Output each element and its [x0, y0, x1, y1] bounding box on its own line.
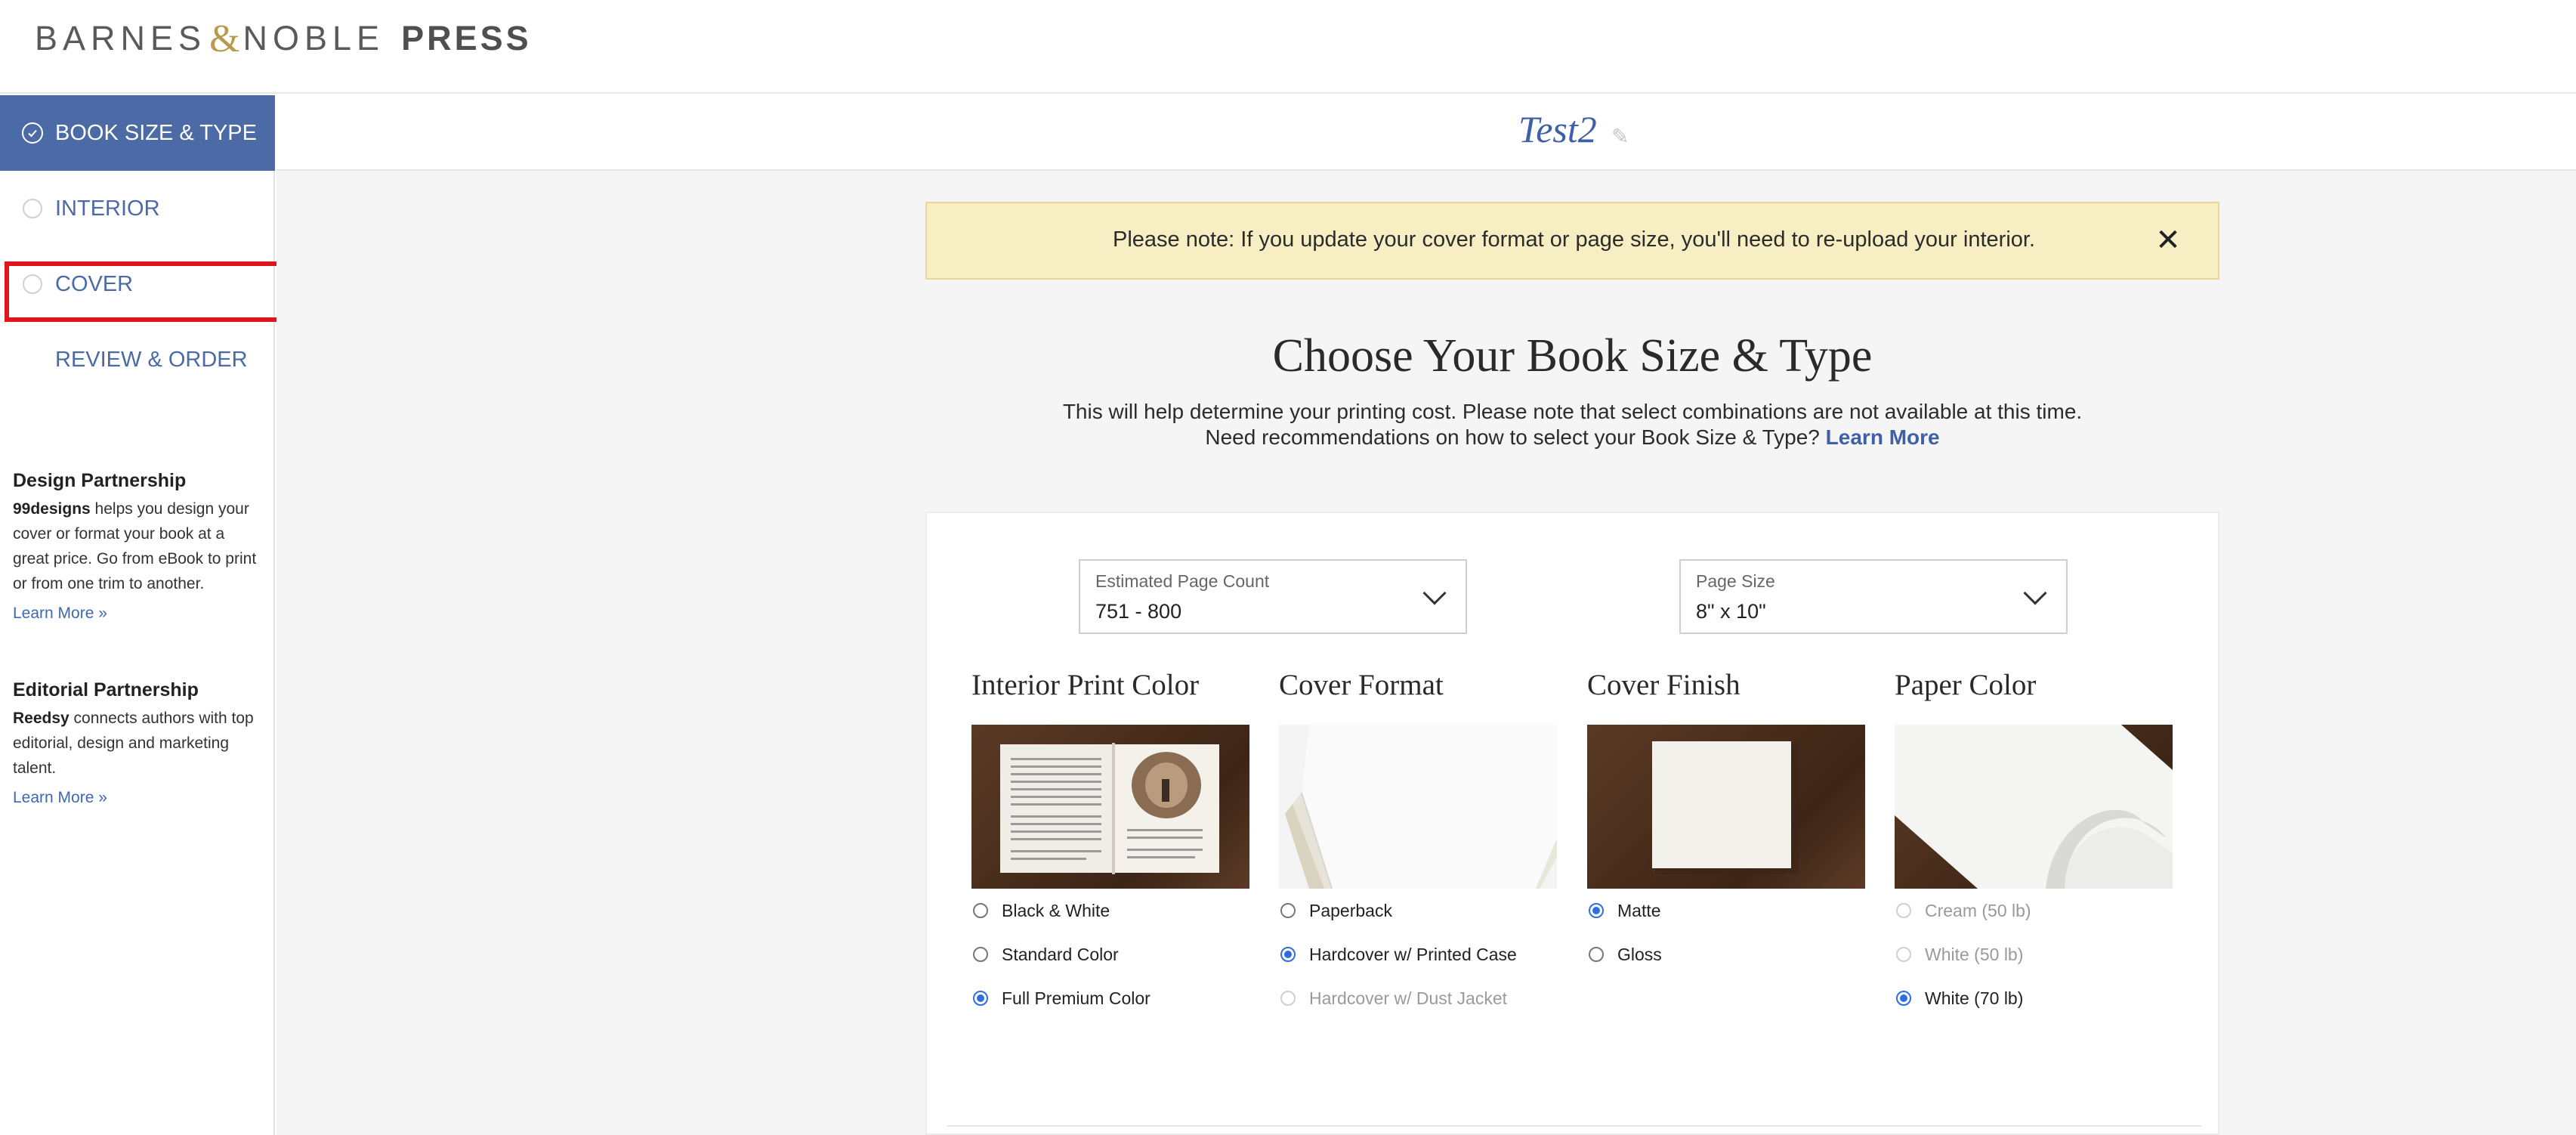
chevron-down-icon	[1422, 581, 1447, 605]
radio-option-matte[interactable]: Matte	[1587, 889, 1867, 932]
radio-button[interactable]	[1280, 991, 1296, 1006]
sidebar-item-label: INTERIOR	[55, 196, 160, 221]
radio-button[interactable]	[1896, 903, 1911, 918]
option-label: Matte	[1617, 900, 1661, 920]
radio-option-hardcover-printed-case[interactable]: Hardcover w/ Printed Case	[1279, 932, 1558, 976]
radio-button[interactable]	[1589, 947, 1604, 962]
options-card: Estimated Page Count 751 - 800 Page Size…	[925, 512, 2219, 1135]
learn-more-link[interactable]: Learn More »	[13, 785, 107, 810]
recommendation-text: Need recommendations on how to select yo…	[1205, 425, 1820, 449]
radio-button[interactable]	[1896, 947, 1911, 962]
radio-button[interactable]	[1896, 991, 1911, 1006]
sidebar-item-book-size-type[interactable]: BOOK SIZE & TYPE	[0, 95, 275, 171]
close-icon[interactable]: ✕	[2153, 225, 2183, 255]
promo-brand: Reedsy	[13, 710, 69, 727]
radio-button[interactable]	[973, 991, 988, 1006]
page-count-dropdown[interactable]: Estimated Page Count 751 - 800	[1079, 559, 1467, 634]
barnes-noble-press-logo[interactable]: BARNES & NOBLE PRESS	[35, 17, 532, 60]
page-subtitle: This will help determine your printing c…	[1062, 400, 2083, 423]
paper-color-column: Paper Color Cream (50 lb) White (50 lb) …	[1895, 668, 2174, 1020]
option-label: White (70 lb)	[1925, 988, 2024, 1008]
column-title: Interior Print Color	[971, 669, 1200, 701]
radio-option-hardcover-dust-jacket[interactable]: Hardcover w/ Dust Jacket	[1279, 976, 1558, 1020]
radio-button[interactable]	[973, 947, 988, 962]
dropdown-label: Estimated Page Count	[1095, 571, 1270, 591]
option-label: Paperback	[1309, 900, 1392, 920]
column-title: Cover Format	[1279, 669, 1444, 701]
option-label: Hardcover w/ Dust Jacket	[1309, 988, 1508, 1008]
dropdown-value: 8" x 10"	[1696, 600, 1766, 623]
sidebar-item-label: BOOK SIZE & TYPE	[55, 120, 257, 145]
main-content: Test2 ✎ Please note: If you update your …	[276, 95, 2576, 1135]
pencil-edit-icon[interactable]: ✎	[1611, 124, 1629, 149]
column-title: Paper Color	[1895, 669, 2037, 701]
logo-text-press: PRESS	[401, 19, 532, 57]
radio-option-gloss[interactable]: Gloss	[1587, 932, 1867, 976]
radio-option-black-white[interactable]: Black & White	[971, 889, 1251, 932]
logo-text-noble: NOBLE	[242, 19, 385, 57]
cover-finish-column: Cover Finish Matte Gloss	[1587, 668, 1867, 976]
title-bar: Test2 ✎	[276, 95, 2576, 171]
page-title: Choose Your Book Size & Type	[1272, 330, 1873, 382]
section-divider	[947, 1125, 2201, 1127]
step-status-icon	[23, 199, 42, 218]
page-size-dropdown[interactable]: Page Size 8" x 10"	[1679, 559, 2068, 634]
notice-banner: Please note: If you update your cover fo…	[925, 202, 2219, 280]
radio-option-white-70lb[interactable]: White (70 lb)	[1895, 976, 2174, 1020]
option-label: White (50 lb)	[1925, 944, 2024, 964]
radio-option-standard-color[interactable]: Standard Color	[971, 932, 1251, 976]
cover-format-column: Cover Format Paperback Hardcover w/ Prin…	[1279, 668, 1558, 1020]
radio-option-full-premium-color[interactable]: Full Premium Color	[971, 976, 1251, 1020]
sidebar-item-interior[interactable]: INTERIOR	[0, 171, 275, 246]
radio-button[interactable]	[1589, 903, 1604, 918]
promo-brand: 99designs	[13, 500, 91, 518]
option-label: Hardcover w/ Printed Case	[1309, 944, 1517, 964]
option-label: Full Premium Color	[1002, 988, 1151, 1008]
sidebar-item-review-order[interactable]: REVIEW & ORDER	[0, 322, 275, 397]
logo-text-barnes: BARNES	[35, 19, 207, 57]
promo-body: Reedsy connects authors with top editori…	[13, 706, 262, 781]
logo-ampersand: &	[209, 17, 240, 60]
open-book-image	[971, 725, 1249, 889]
sidebar-item-label: REVIEW & ORDER	[55, 347, 248, 372]
radio-button[interactable]	[1280, 947, 1296, 962]
paper-sheets-image	[1895, 725, 2173, 889]
book-title[interactable]: Test2	[1518, 107, 1597, 151]
promo-body: 99designs helps you design your cover or…	[13, 496, 262, 596]
radio-option-cream-50lb[interactable]: Cream (50 lb)	[1895, 889, 2174, 932]
radio-button[interactable]	[1280, 903, 1296, 918]
hardcover-book-image	[1279, 725, 1557, 889]
column-title: Cover Finish	[1587, 669, 1740, 701]
dropdown-label: Page Size	[1696, 571, 1775, 591]
option-label: Cream (50 lb)	[1925, 900, 2031, 920]
top-header: BARNES & NOBLE PRESS	[0, 0, 2576, 94]
sidebar: BOOK SIZE & TYPE INTERIOR COVER REVIEW &…	[0, 95, 275, 1135]
radio-option-white-50lb[interactable]: White (50 lb)	[1895, 932, 2174, 976]
radio-option-paperback[interactable]: Paperback	[1279, 889, 1558, 932]
matte-cover-image	[1587, 725, 1865, 889]
editorial-partnership-promo: Editorial Partnership Reedsy connects au…	[13, 678, 262, 810]
option-label: Gloss	[1617, 944, 1662, 964]
learn-more-link[interactable]: Learn More »	[13, 601, 107, 626]
notice-text: Please note: If you update your cover fo…	[1112, 227, 2036, 252]
page-subtitle-recommendation: Need recommendations on how to select yo…	[925, 425, 2219, 450]
check-circle-icon	[22, 122, 43, 144]
design-partnership-promo: Design Partnership 99designs helps you d…	[13, 469, 262, 626]
radio-button[interactable]	[973, 903, 988, 918]
learn-more-link[interactable]: Learn More	[1826, 425, 1940, 449]
promo-title: Editorial Partnership	[13, 679, 199, 700]
option-label: Black & White	[1002, 900, 1110, 920]
chevron-down-icon	[2023, 581, 2047, 605]
interior-print-color-column: Interior Print Color Black & White Stand…	[971, 668, 1251, 1020]
option-label: Standard Color	[1002, 944, 1119, 964]
promo-title: Design Partnership	[13, 470, 187, 491]
dropdown-value: 751 - 800	[1095, 600, 1182, 623]
